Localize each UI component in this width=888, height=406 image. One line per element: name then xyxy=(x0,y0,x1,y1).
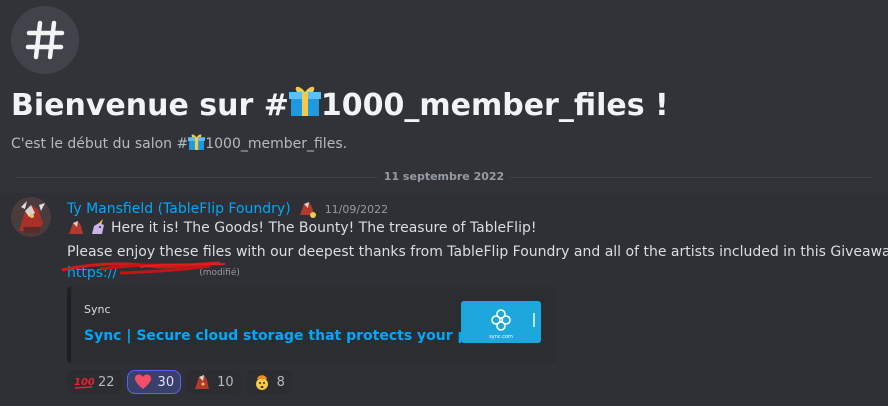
link-embed: Sync Sync | Secure cloud storage that pr… xyxy=(67,287,556,363)
dragon-emoji-icon xyxy=(67,219,85,237)
embed-thumbnail[interactable]: sync.com xyxy=(461,301,541,343)
reactions-bar: 100 22 30 10 8 xyxy=(67,370,292,394)
heart-icon xyxy=(134,373,152,391)
reaction-heart[interactable]: 30 xyxy=(126,370,182,394)
message-timestamp[interactable]: 11/09/2022 xyxy=(325,203,388,216)
role-badge-icon xyxy=(297,199,317,219)
thumb-text: sync.com xyxy=(489,334,513,340)
reaction-exploding-head[interactable]: 8 xyxy=(245,370,292,394)
dragon-emoji-icon xyxy=(193,373,211,391)
date-divider-label: 11 septembre 2022 xyxy=(377,170,511,183)
message-header: Ty Mansfield (TableFlip Foundry) 11/09/2… xyxy=(67,199,388,219)
avatar[interactable] xyxy=(11,197,51,237)
reaction-count: 30 xyxy=(157,374,175,390)
welcome-title: Bienvenue sur #1000_member_files ! xyxy=(11,84,669,123)
message-text-2: Please enjoy these files with our deepes… xyxy=(67,244,888,260)
reaction-count: 8 xyxy=(276,374,285,390)
unicorn-emoji-icon xyxy=(89,219,107,237)
reaction-count: 22 xyxy=(98,374,115,390)
reaction-count: 10 xyxy=(217,374,234,390)
author-name[interactable]: Ty Mansfield (TableFlip Foundry) xyxy=(67,201,291,217)
channel-hash-icon xyxy=(11,6,79,74)
exploding-head-icon xyxy=(253,373,271,391)
reaction-dragon[interactable]: 10 xyxy=(186,370,241,394)
welcome-subtitle: C'est le début du salon #1000_member_fil… xyxy=(11,133,347,152)
message-line-1: Here it is! The Goods! The Bounty! The t… xyxy=(67,219,536,237)
message-text-1: Here it is! The Goods! The Bounty! The t… xyxy=(111,220,537,236)
gift-icon xyxy=(288,86,321,116)
reaction-hundred[interactable]: 100 22 xyxy=(67,370,122,394)
gift-icon xyxy=(188,134,206,150)
embed-title[interactable]: Sync | Secure cloud storage that protect… xyxy=(84,328,515,344)
redaction-scribble xyxy=(61,261,226,275)
hundred-points-icon: 100 xyxy=(74,373,95,391)
embed-provider[interactable]: Sync xyxy=(84,303,111,316)
